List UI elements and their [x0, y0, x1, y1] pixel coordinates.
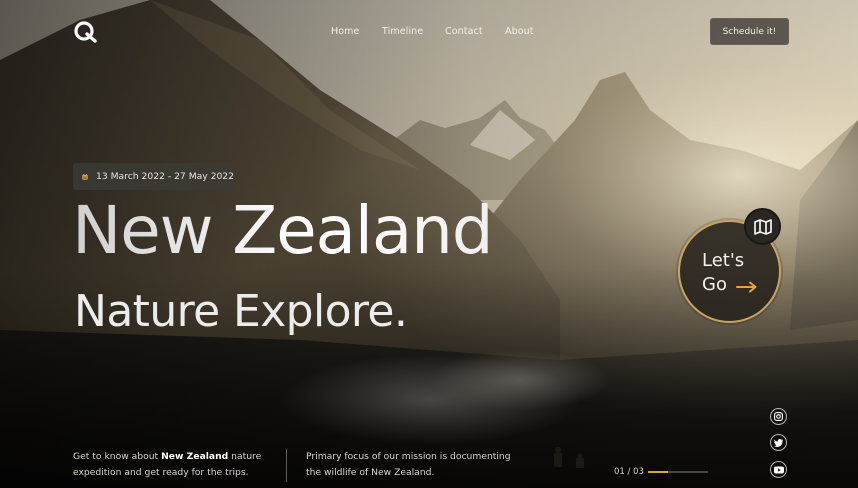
- date-range: 13 March 2022 - 27 May 2022: [96, 171, 234, 182]
- intro-text-pre: Get to know about: [73, 451, 162, 462]
- intro-text-bold: New Zealand: [161, 451, 229, 462]
- divider: [286, 449, 287, 482]
- map-button[interactable]: [744, 208, 781, 245]
- slide-progress-fill: [648, 471, 668, 473]
- date-range-chip: 13 March 2022 - 27 May 2022: [73, 163, 234, 190]
- hero-title: New Zealand: [72, 192, 494, 269]
- nav-timeline[interactable]: Timeline: [382, 26, 423, 37]
- instagram-icon: [774, 412, 783, 421]
- nav-home[interactable]: Home: [331, 26, 359, 37]
- intro-description: Get to know about New Zealand nature exp…: [73, 449, 273, 481]
- twitter-icon: [774, 438, 783, 447]
- youtube-button[interactable]: [770, 461, 787, 478]
- arrow-right-icon: [736, 281, 757, 293]
- youtube-icon: [773, 466, 784, 473]
- schedule-button[interactable]: Schedule it!: [710, 18, 789, 45]
- hero-subtitle: Nature Explore.: [74, 286, 408, 337]
- lets-go-line1: Let's: [702, 250, 745, 271]
- mission-description: Primary focus of our mission is document…: [306, 451, 511, 478]
- nav-contact[interactable]: Contact: [445, 26, 483, 37]
- twitter-button[interactable]: [770, 434, 787, 451]
- logo-icon[interactable]: [73, 21, 99, 43]
- slide-progress: [648, 471, 708, 473]
- slide-pager: 01 / 03: [614, 467, 644, 477]
- nav-about[interactable]: About: [505, 26, 534, 37]
- calendar-icon: [82, 173, 88, 180]
- instagram-button[interactable]: [770, 408, 787, 425]
- map-icon: [753, 218, 772, 235]
- lets-go-line2: Go: [702, 274, 727, 295]
- page: Home Timeline Contact About Schedule it!…: [0, 0, 858, 488]
